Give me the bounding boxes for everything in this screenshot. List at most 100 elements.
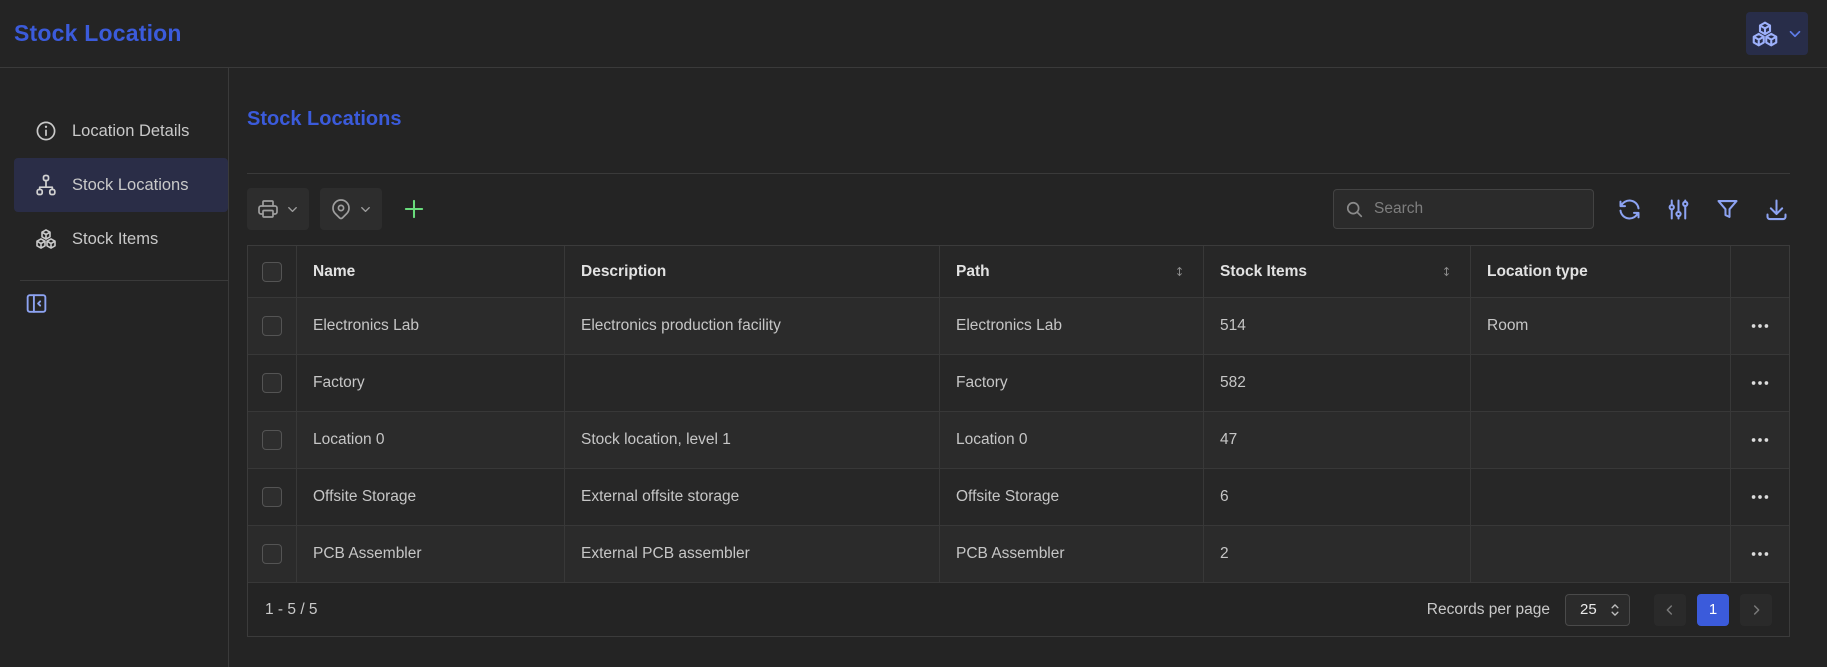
row-checkbox[interactable] — [262, 487, 282, 507]
page-title: Stock Location — [14, 20, 182, 47]
sidebar-item-label: Stock Items — [72, 230, 158, 249]
pagination-controls: Records per page 25 1 — [1427, 594, 1772, 626]
column-header-stock-items[interactable]: Stock Items — [1203, 246, 1470, 297]
table-row[interactable]: Electronics Lab Electronics production f… — [248, 297, 1789, 354]
cell-path: Location 0 — [939, 412, 1203, 468]
cell-stock-items: 2 — [1203, 526, 1470, 582]
column-header-actions — [1730, 246, 1789, 297]
table-row[interactable]: Factory Factory 582 — [248, 354, 1789, 411]
sidebar: Location Details Stock Locations — [0, 68, 229, 667]
records-per-page-select[interactable]: 25 — [1565, 594, 1630, 626]
toolbar-right — [1333, 189, 1790, 229]
sidebar-item-label: Location Details — [72, 122, 189, 141]
row-actions-button[interactable] — [1749, 429, 1771, 451]
record-range: 1 - 5 / 5 — [265, 601, 318, 619]
cell-name: Factory — [296, 355, 564, 411]
row-actions-button[interactable] — [1749, 372, 1771, 394]
sidebar-item-stock-locations[interactable]: Stock Locations — [14, 158, 228, 212]
main-panel: Stock Locations — [229, 68, 1827, 667]
print-actions-button[interactable] — [247, 188, 309, 230]
column-settings-button[interactable] — [1665, 196, 1692, 223]
sitemap-icon — [34, 173, 58, 197]
search-icon — [1344, 199, 1365, 220]
content-area: Location Details Stock Locations — [0, 68, 1827, 667]
cell-path: Electronics Lab — [939, 298, 1203, 354]
dots-icon — [1749, 429, 1771, 451]
table-row[interactable]: Location 0 Stock location, level 1 Locat… — [248, 411, 1789, 468]
page-1-button[interactable]: 1 — [1697, 594, 1729, 626]
cell-path: Factory — [939, 355, 1203, 411]
next-page-button[interactable] — [1740, 594, 1772, 626]
column-header-description[interactable]: Description — [564, 246, 939, 297]
filter-button[interactable] — [1714, 196, 1741, 223]
chevron-down-icon — [1786, 25, 1804, 43]
sort-icon — [1172, 264, 1187, 279]
search-input[interactable] — [1374, 200, 1583, 218]
sidebar-item-label: Stock Locations — [72, 176, 188, 195]
dots-icon — [1749, 543, 1771, 565]
column-header-location-type[interactable]: Location type — [1470, 246, 1730, 297]
sidebar-collapse-button[interactable] — [24, 291, 49, 316]
cell-location-type — [1470, 526, 1730, 582]
row-actions-button[interactable] — [1749, 543, 1771, 565]
refresh-icon — [1616, 196, 1643, 223]
cell-path: PCB Assembler — [939, 526, 1203, 582]
column-header-name[interactable]: Name — [296, 246, 564, 297]
panel-divider — [247, 173, 1790, 174]
adjustments-icon — [1665, 196, 1692, 223]
sort-icon — [1439, 264, 1454, 279]
table-row[interactable]: PCB Assembler External PCB assembler PCB… — [248, 525, 1789, 582]
chevron-left-icon — [1662, 602, 1678, 618]
plus-icon — [401, 196, 427, 222]
download-button[interactable] — [1763, 196, 1790, 223]
dots-icon — [1749, 372, 1771, 394]
table-header-row: Name Description Path Stock Items — [248, 246, 1789, 297]
cell-stock-items: 47 — [1203, 412, 1470, 468]
cell-description: External PCB assembler — [564, 526, 939, 582]
table-footer: 1 - 5 / 5 Records per page 25 — [248, 582, 1789, 636]
cell-description: External offsite storage — [564, 469, 939, 525]
packages-icon — [34, 227, 58, 251]
cell-name: Offsite Storage — [296, 469, 564, 525]
location-actions-button[interactable] — [320, 188, 382, 230]
refresh-button[interactable] — [1616, 196, 1643, 223]
cell-location-type — [1470, 412, 1730, 468]
select-all-checkbox[interactable] — [262, 262, 282, 282]
select-chevrons-icon — [1608, 602, 1622, 618]
cell-name: Electronics Lab — [296, 298, 564, 354]
table-row[interactable]: Offsite Storage External offsite storage… — [248, 468, 1789, 525]
cell-stock-items: 582 — [1203, 355, 1470, 411]
select-all-cell — [248, 246, 296, 297]
packages-icon — [1750, 19, 1780, 49]
cell-name: PCB Assembler — [296, 526, 564, 582]
cell-stock-items: 6 — [1203, 469, 1470, 525]
sidebar-item-stock-items[interactable]: Stock Items — [14, 212, 228, 266]
row-checkbox[interactable] — [262, 430, 282, 450]
row-actions-button[interactable] — [1749, 315, 1771, 337]
chevron-right-icon — [1748, 602, 1764, 618]
cell-location-type — [1470, 469, 1730, 525]
previous-page-button[interactable] — [1654, 594, 1686, 626]
map-pin-icon — [329, 197, 353, 221]
sidebar-item-location-details[interactable]: Location Details — [14, 104, 228, 158]
row-actions-button[interactable] — [1749, 486, 1771, 508]
cell-location-type — [1470, 355, 1730, 411]
column-header-path[interactable]: Path — [939, 246, 1203, 297]
table-toolbar — [247, 187, 1790, 231]
dots-icon — [1749, 486, 1771, 508]
cell-name: Location 0 — [296, 412, 564, 468]
section-heading: Stock Locations — [247, 108, 1790, 131]
top-bar: Stock Location — [0, 0, 1827, 68]
stock-nav-button[interactable] — [1746, 12, 1808, 55]
cell-location-type: Room — [1470, 298, 1730, 354]
row-checkbox[interactable] — [262, 544, 282, 564]
add-location-button[interactable] — [401, 196, 427, 222]
toolbar-left — [247, 188, 427, 230]
info-circle-icon — [34, 119, 58, 143]
row-checkbox[interactable] — [262, 316, 282, 336]
cell-description: Stock location, level 1 — [564, 412, 939, 468]
chevron-down-icon — [358, 202, 373, 217]
printer-icon — [256, 197, 280, 221]
row-checkbox[interactable] — [262, 373, 282, 393]
search-box — [1333, 189, 1594, 229]
